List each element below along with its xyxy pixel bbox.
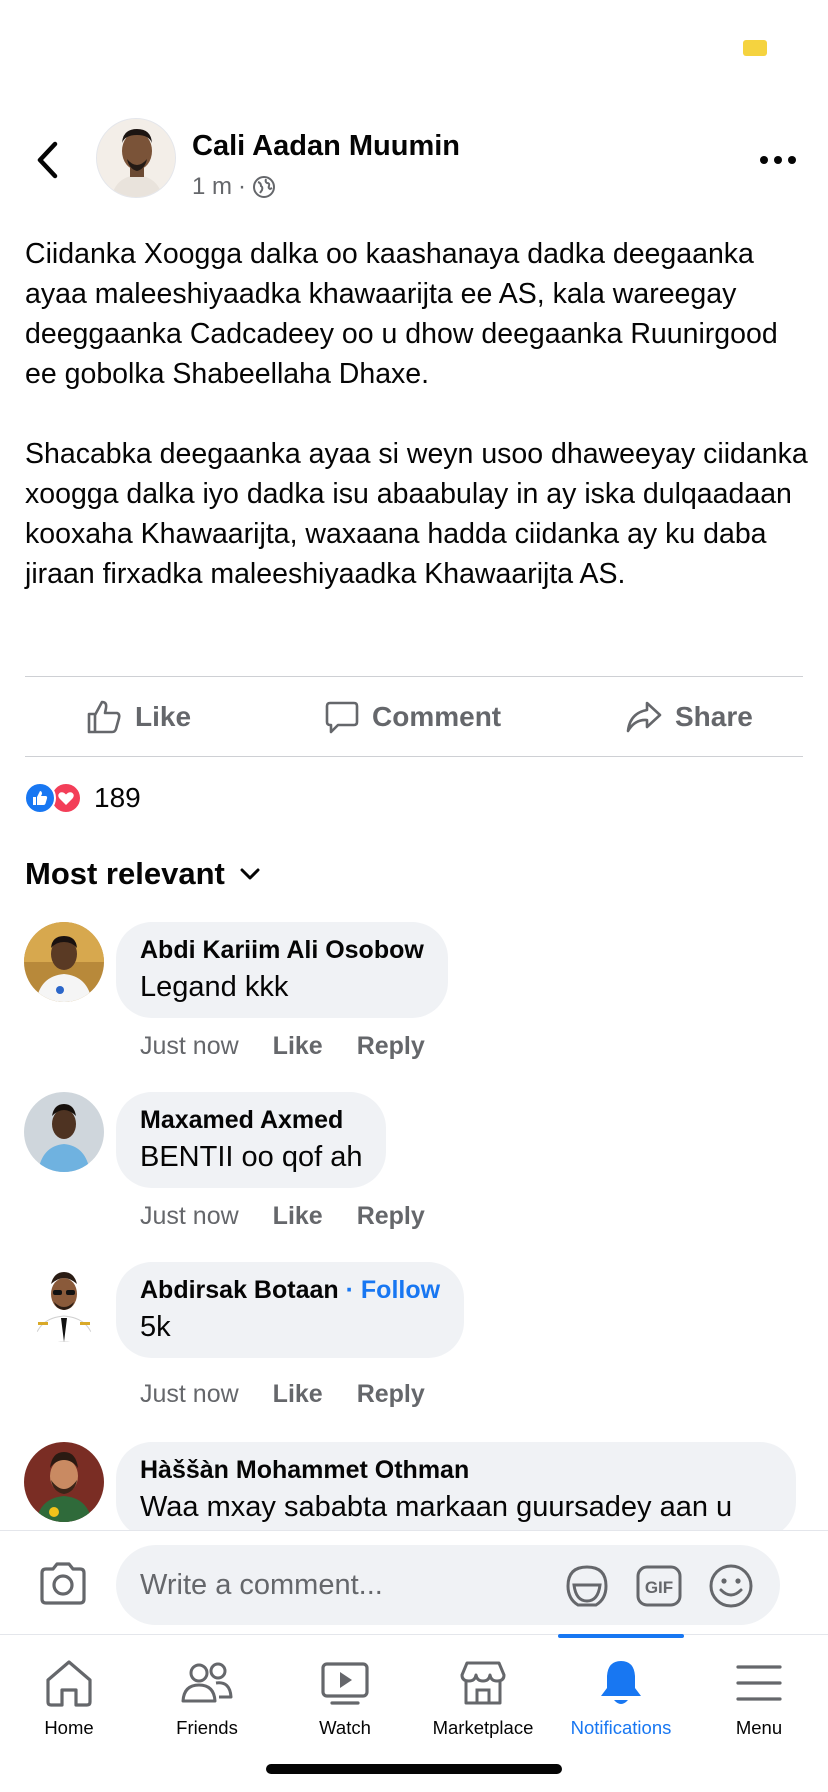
comment-like-button[interactable]: Like [273,1202,323,1231]
thumbs-up-icon [87,700,121,734]
comment-reply-button[interactable]: Reply [357,1202,425,1231]
author-avatar[interactable] [96,118,176,198]
tab-label: Notifications [570,1717,672,1738]
sticker-button[interactable] [564,1563,610,1609]
comment-icon [325,701,359,734]
emoji-icon [709,1564,753,1608]
comment-text: Legand kkk [140,971,289,1003]
tab-notifications[interactable]: Notifications [552,1635,690,1755]
comment-text: BENTII oo qof ah [140,1141,363,1173]
share-icon [626,701,662,733]
back-button[interactable] [30,138,64,182]
like-reaction-icon [24,782,56,814]
bell-icon [601,1661,641,1704]
emoji-button[interactable] [708,1563,754,1609]
commenter-name-row: Abdirsak Botaan · Follow [140,1276,440,1305]
reactions-summary[interactable]: 189 [24,782,141,814]
friends-icon [181,1662,233,1703]
commenter-avatar[interactable] [24,1262,104,1342]
tab-label: Friends [176,1717,238,1738]
tab-watch[interactable]: Watch [276,1635,414,1755]
chevron-down-icon [240,868,260,880]
comment-text: 5k [140,1311,171,1343]
comment-label: Comment [372,701,502,732]
post-time[interactable]: 1 m [192,173,232,201]
share-label: Share [675,701,753,732]
comment-button[interactable]: Comment [324,677,501,757]
sticker-icon [566,1565,608,1607]
gif-label: GIF [645,1578,673,1597]
divider [25,756,803,757]
chevron-left-icon [37,141,58,179]
comment-bubble[interactable]: Maxamed Axmed BENTII oo qof ah [116,1092,387,1188]
comment-time: Just now [140,1032,239,1060]
commenter-name[interactable]: Hàššàn Mohammet Othman [140,1456,772,1485]
post-header: Cali Aadan Muumin 1 m · [0,110,828,210]
marketplace-icon [460,1661,506,1705]
meta-separator: · [238,173,247,200]
tab-label: Home [44,1717,94,1738]
camera-icon [40,1562,86,1605]
author-name[interactable]: Cali Aadan Muumin [192,130,460,163]
tab-label: Menu [735,1717,783,1738]
more-options-button[interactable] [760,150,800,170]
tab-label: Marketplace [432,1717,534,1738]
tab-label: Watch [319,1717,371,1738]
like-label: Like [135,701,192,732]
home-indicator[interactable] [266,1764,562,1774]
comment-like-button[interactable]: Like [273,1380,323,1409]
tab-menu[interactable]: Menu [690,1635,828,1755]
comment-bubble[interactable]: Hàššàn Mohammet Othman Waa mxay sababta … [116,1442,796,1538]
like-button[interactable]: Like [85,677,191,757]
home-icon [46,1660,92,1707]
tab-marketplace[interactable]: Marketplace [414,1635,552,1755]
commenter-avatar[interactable] [24,1092,104,1172]
status-indicator [743,40,767,56]
comment-bubble[interactable]: Abdi Kariim Ali Osobow Legand kkk [116,922,448,1018]
commenter-name[interactable]: Abdirsak Botaan [140,1276,339,1304]
comment-time: Just now [140,1202,239,1230]
post-body: Ciidanka Xoogga dalka oo kaashanaya dadk… [25,234,810,634]
post-action-bar: Like Comment Share [25,677,803,757]
globe-icon [253,176,276,198]
camera-button[interactable] [38,1561,88,1607]
reaction-count: 189 [94,782,141,813]
share-button[interactable]: Share [625,677,753,757]
follow-separator: · [345,1276,354,1304]
more-dot-icon [760,156,768,164]
menu-icon [736,1665,782,1701]
comment-meta: Just now Like Reply [140,1032,425,1061]
comment-time: Just now [140,1380,239,1408]
comment-sort-dropdown[interactable]: Most relevant [25,856,261,892]
commenter-name[interactable]: Abdi Kariim Ali Osobow [140,936,424,965]
tab-home[interactable]: Home [0,1635,138,1755]
comment-meta: Just now Like Reply [140,1202,425,1231]
post-paragraph: Shacabka deegaanka ayaa si weyn usoo dha… [25,438,808,590]
gif-icon: GIF [636,1565,682,1607]
gif-button[interactable]: GIF [636,1563,682,1609]
more-dot-icon [774,156,782,164]
post-paragraph: Ciidanka Xoogga dalka oo kaashanaya dadk… [25,238,778,390]
comment-text: Waa mxay sababta markaan guursadey aan u [140,1491,733,1523]
sort-label: Most relevant [25,856,225,891]
commenter-name[interactable]: Maxamed Axmed [140,1106,362,1135]
follow-button[interactable]: Follow [361,1276,440,1304]
comment-meta: Just now Like Reply [140,1380,425,1409]
post-meta: 1 m · [192,173,276,201]
comment-bubble[interactable]: Abdirsak Botaan · Follow 5k [116,1262,465,1358]
comment-reply-button[interactable]: Reply [357,1032,425,1061]
commenter-avatar[interactable] [24,1442,104,1522]
comment-like-button[interactable]: Like [273,1032,323,1061]
comment-reply-button[interactable]: Reply [357,1380,425,1409]
commenter-avatar[interactable] [24,922,104,1002]
comment-composer: GIF [0,1530,828,1634]
more-dot-icon [788,156,796,164]
watch-icon [321,1662,369,1705]
tab-friends[interactable]: Friends [138,1635,276,1755]
